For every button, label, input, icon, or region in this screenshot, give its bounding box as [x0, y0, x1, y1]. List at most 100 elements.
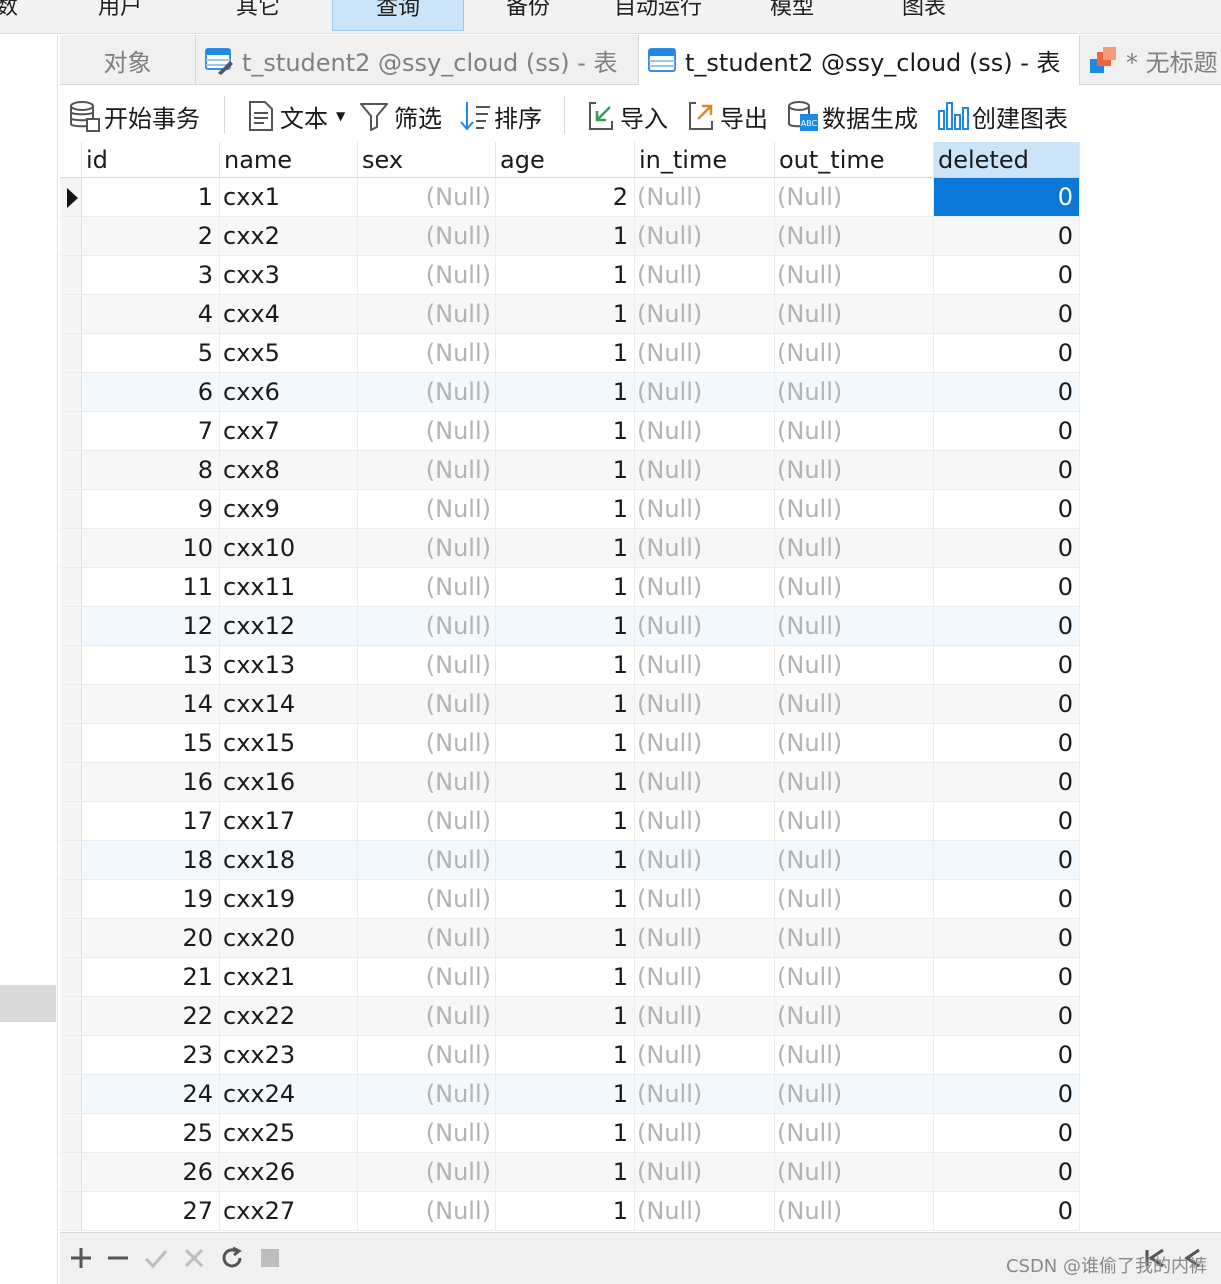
- table-row[interactable]: 11 cxx11 (Null) 1 (Null) (Null) 0: [60, 568, 1080, 607]
- cell-age[interactable]: 1: [496, 373, 635, 412]
- table-row[interactable]: 6 cxx6 (Null) 1 (Null) (Null) 0: [60, 373, 1080, 412]
- export-button[interactable]: 导出: [684, 96, 768, 136]
- cell-in-time[interactable]: (Null): [635, 217, 775, 256]
- cell-id[interactable]: 2: [82, 217, 220, 256]
- cell-name[interactable]: cxx23: [220, 1036, 358, 1075]
- table-row[interactable]: 24 cxx24 (Null) 1 (Null) (Null) 0: [60, 1075, 1080, 1114]
- cell-id[interactable]: 12: [82, 607, 220, 646]
- cell-age[interactable]: 1: [496, 1075, 635, 1114]
- cell-sex[interactable]: (Null): [358, 529, 496, 568]
- cell-name[interactable]: cxx19: [220, 880, 358, 919]
- cell-out-time[interactable]: (Null): [775, 919, 934, 958]
- table-row[interactable]: 19 cxx19 (Null) 1 (Null) (Null) 0: [60, 880, 1080, 919]
- row-indicator[interactable]: [60, 295, 82, 334]
- cell-name[interactable]: cxx9: [220, 490, 358, 529]
- create-chart-button[interactable]: 创建图表: [936, 96, 1068, 136]
- cell-id[interactable]: 26: [82, 1153, 220, 1192]
- navigation-selected-item[interactable]: [0, 985, 56, 1022]
- cell-age[interactable]: 1: [496, 802, 635, 841]
- cell-deleted[interactable]: 0: [934, 997, 1080, 1036]
- cell-id[interactable]: 4: [82, 295, 220, 334]
- cell-age[interactable]: 1: [496, 1114, 635, 1153]
- cell-id[interactable]: 21: [82, 958, 220, 997]
- cell-id[interactable]: 5: [82, 334, 220, 373]
- cell-deleted[interactable]: 0: [934, 841, 1080, 880]
- cell-deleted[interactable]: 0: [934, 958, 1080, 997]
- cell-age[interactable]: 1: [496, 919, 635, 958]
- discard-changes-button[interactable]: [179, 1243, 209, 1273]
- cell-age[interactable]: 1: [496, 568, 635, 607]
- cell-deleted[interactable]: 0: [934, 178, 1080, 217]
- table-row[interactable]: 20 cxx20 (Null) 1 (Null) (Null) 0: [60, 919, 1080, 958]
- menu-item-backup[interactable]: 备份: [506, 0, 550, 31]
- cell-in-time[interactable]: (Null): [635, 1192, 775, 1231]
- cell-deleted[interactable]: 0: [934, 373, 1080, 412]
- row-indicator[interactable]: [60, 997, 82, 1036]
- cell-sex[interactable]: (Null): [358, 841, 496, 880]
- cell-deleted[interactable]: 0: [934, 763, 1080, 802]
- cell-out-time[interactable]: (Null): [775, 490, 934, 529]
- cell-deleted[interactable]: 0: [934, 646, 1080, 685]
- cell-name[interactable]: cxx12: [220, 607, 358, 646]
- cell-name[interactable]: cxx20: [220, 919, 358, 958]
- cell-name[interactable]: cxx7: [220, 412, 358, 451]
- row-indicator[interactable]: [60, 1192, 82, 1231]
- menu-item-data[interactable]: 数: [0, 0, 18, 31]
- cell-age[interactable]: 1: [496, 295, 635, 334]
- cell-sex[interactable]: (Null): [358, 178, 496, 217]
- cell-sex[interactable]: (Null): [358, 568, 496, 607]
- cell-deleted[interactable]: 0: [934, 217, 1080, 256]
- cell-id[interactable]: 7: [82, 412, 220, 451]
- cell-age[interactable]: 1: [496, 334, 635, 373]
- cell-in-time[interactable]: (Null): [635, 1153, 775, 1192]
- column-header-deleted[interactable]: deleted: [934, 142, 1080, 178]
- row-indicator[interactable]: [60, 841, 82, 880]
- row-indicator[interactable]: [60, 685, 82, 724]
- cell-deleted[interactable]: 0: [934, 685, 1080, 724]
- row-indicator[interactable]: [60, 880, 82, 919]
- cell-age[interactable]: 1: [496, 529, 635, 568]
- cell-in-time[interactable]: (Null): [635, 529, 775, 568]
- cell-sex[interactable]: (Null): [358, 685, 496, 724]
- row-indicator[interactable]: [60, 529, 82, 568]
- cell-sex[interactable]: (Null): [358, 490, 496, 529]
- cell-name[interactable]: cxx6: [220, 373, 358, 412]
- table-row[interactable]: 22 cxx22 (Null) 1 (Null) (Null) 0: [60, 997, 1080, 1036]
- row-indicator[interactable]: [60, 373, 82, 412]
- cell-sex[interactable]: (Null): [358, 1192, 496, 1231]
- cell-sex[interactable]: (Null): [358, 217, 496, 256]
- cell-sex[interactable]: (Null): [358, 880, 496, 919]
- table-row[interactable]: 10 cxx10 (Null) 1 (Null) (Null) 0: [60, 529, 1080, 568]
- cell-id[interactable]: 13: [82, 646, 220, 685]
- tab-table-edit[interactable]: t_student2 @ssy_cloud (ss) - 表: [196, 35, 639, 85]
- cell-in-time[interactable]: (Null): [635, 451, 775, 490]
- cell-age[interactable]: 1: [496, 646, 635, 685]
- cell-out-time[interactable]: (Null): [775, 958, 934, 997]
- cell-id[interactable]: 27: [82, 1192, 220, 1231]
- menu-item-query[interactable]: 查询: [332, 0, 464, 31]
- cell-deleted[interactable]: 0: [934, 1075, 1080, 1114]
- filter-button[interactable]: 筛选: [358, 96, 442, 136]
- cell-out-time[interactable]: (Null): [775, 841, 934, 880]
- table-row[interactable]: 26 cxx26 (Null) 1 (Null) (Null) 0: [60, 1153, 1080, 1192]
- cell-deleted[interactable]: 0: [934, 1036, 1080, 1075]
- column-header-out-time[interactable]: out_time: [775, 142, 934, 178]
- row-indicator[interactable]: [60, 256, 82, 295]
- cell-in-time[interactable]: (Null): [635, 295, 775, 334]
- cell-sex[interactable]: (Null): [358, 958, 496, 997]
- table-row[interactable]: 13 cxx13 (Null) 1 (Null) (Null) 0: [60, 646, 1080, 685]
- cell-out-time[interactable]: (Null): [775, 724, 934, 763]
- table-row[interactable]: 8 cxx8 (Null) 1 (Null) (Null) 0: [60, 451, 1080, 490]
- table-row[interactable]: 5 cxx5 (Null) 1 (Null) (Null) 0: [60, 334, 1080, 373]
- row-indicator[interactable]: [60, 646, 82, 685]
- cell-out-time[interactable]: (Null): [775, 256, 934, 295]
- cell-out-time[interactable]: (Null): [775, 997, 934, 1036]
- cell-out-time[interactable]: (Null): [775, 1075, 934, 1114]
- cell-in-time[interactable]: (Null): [635, 373, 775, 412]
- tab-objects[interactable]: 对象: [60, 35, 196, 85]
- cell-deleted[interactable]: 0: [934, 529, 1080, 568]
- cell-name[interactable]: cxx18: [220, 841, 358, 880]
- sort-button[interactable]: 排序: [458, 96, 542, 136]
- cell-deleted[interactable]: 0: [934, 490, 1080, 529]
- table-row[interactable]: 15 cxx15 (Null) 1 (Null) (Null) 0: [60, 724, 1080, 763]
